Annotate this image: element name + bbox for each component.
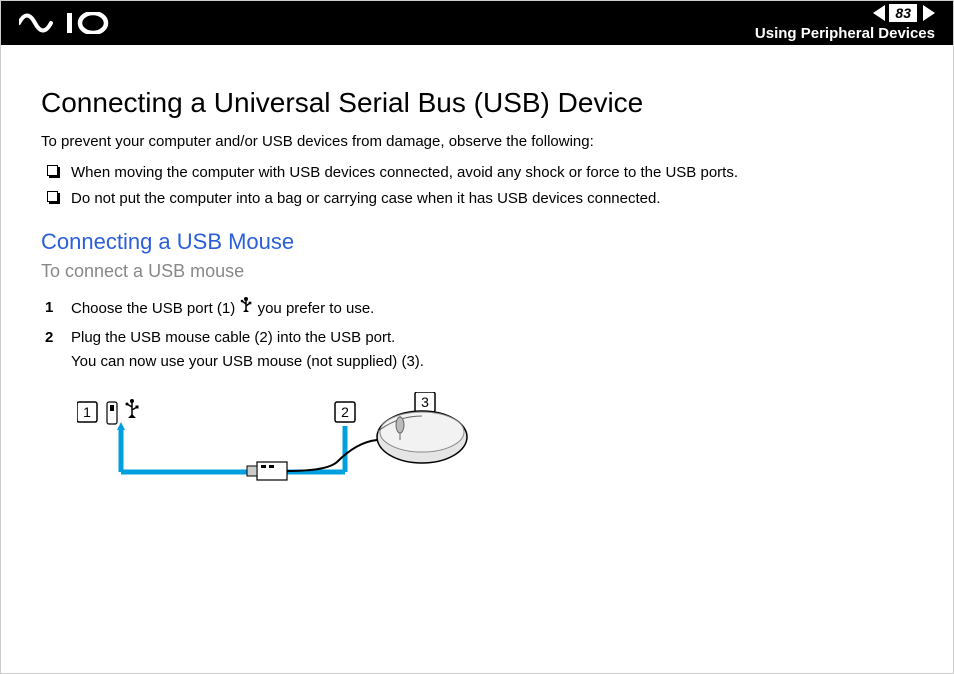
usb-icon [239, 296, 253, 322]
bullet-icon [47, 191, 58, 202]
breadcrumb-text: Using Peripheral Devices [755, 25, 935, 42]
step-text-after: you prefer to use. [253, 300, 374, 317]
section-title: Connecting a USB Mouse [41, 229, 913, 255]
list-item: Do not put the computer into a bag or ca… [41, 186, 913, 212]
usb-icon [126, 399, 139, 418]
step-text-line2: You can now use your USB mouse (not supp… [71, 353, 424, 370]
cable [287, 440, 377, 471]
step-number: 2 [45, 326, 53, 350]
page-title: Connecting a Universal Serial Bus (USB) … [41, 87, 913, 119]
steps-list: 1 Choose the USB port (1) you prefer to … [41, 296, 913, 374]
step-item: 1 Choose the USB port (1) you prefer to … [41, 296, 913, 322]
usb-plug-icon [247, 462, 287, 480]
step-item: 2 Plug the USB mouse cable (2) into the … [41, 326, 913, 374]
caution-list: When moving the computer with USB device… [41, 160, 913, 211]
diagram-label-2: 2 [341, 404, 349, 420]
list-item-text: When moving the computer with USB device… [71, 164, 738, 181]
next-page-arrow-icon[interactable] [923, 5, 935, 21]
bullet-icon [47, 165, 58, 176]
step-number: 1 [45, 296, 53, 320]
step-text: Plug the USB mouse cable (2) into the US… [71, 329, 395, 346]
prev-page-arrow-icon[interactable] [873, 5, 885, 21]
mouse-icon [377, 411, 467, 463]
vaio-logo [19, 12, 117, 34]
step-text: Choose the USB port (1) [71, 300, 239, 317]
usb-mouse-diagram: 1 2 3 [77, 392, 913, 507]
diagram-label-3: 3 [421, 394, 429, 410]
page-number: 83 [889, 4, 917, 22]
list-item-text: Do not put the computer into a bag or ca… [71, 190, 661, 207]
header-nav: 83 Using Peripheral Devices [755, 4, 935, 42]
intro-text: To prevent your computer and/or USB devi… [41, 133, 913, 150]
diagram-label-1: 1 [83, 404, 91, 420]
header-bar: 83 Using Peripheral Devices [1, 1, 953, 45]
list-item: When moving the computer with USB device… [41, 160, 913, 186]
section-subhead: To connect a USB mouse [41, 261, 913, 282]
page-content: Connecting a Universal Serial Bus (USB) … [1, 45, 953, 507]
